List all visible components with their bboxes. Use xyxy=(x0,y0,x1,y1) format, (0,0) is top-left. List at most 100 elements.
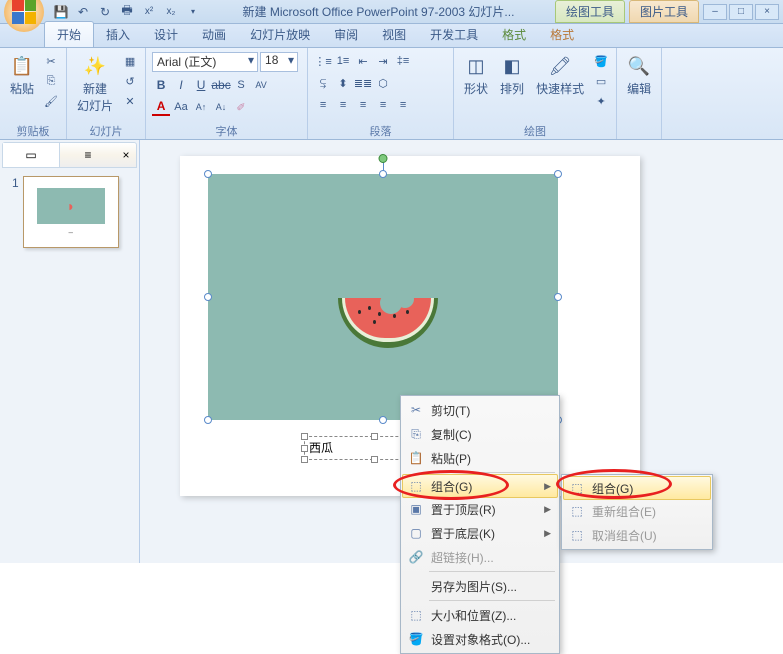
panel-close[interactable]: × xyxy=(116,143,136,167)
slides-tab[interactable]: ▭ xyxy=(3,143,60,167)
handle-e[interactable] xyxy=(554,293,562,301)
handle-ne[interactable] xyxy=(554,170,562,178)
tb-handle-w[interactable] xyxy=(301,445,308,452)
reset-icon[interactable]: ↺ xyxy=(121,72,139,90)
tab-animation[interactable]: 动画 xyxy=(190,22,238,47)
bold-button[interactable]: B xyxy=(152,76,170,94)
sub-group[interactable]: ⬚组合(G) xyxy=(563,476,711,500)
handle-w[interactable] xyxy=(204,293,212,301)
undo-icon[interactable]: ↶ xyxy=(74,3,92,21)
delete-slide-icon[interactable]: ✕ xyxy=(121,92,139,110)
line-spacing-button[interactable]: ‡≡ xyxy=(394,52,412,70)
outline-tab[interactable]: ≡ xyxy=(60,143,116,167)
char-spacing-button[interactable]: AV xyxy=(252,76,270,94)
slide-canvas[interactable]: 西瓜 ✂剪切(T) ⎘复制(C) 📋粘贴(P) ⬚组合(G)▶ ▣置于顶层(R)… xyxy=(140,140,783,563)
ctx-size-position[interactable]: ⬚大小和位置(Z)... xyxy=(403,603,557,627)
font-size-select[interactable]: 18 xyxy=(260,52,298,72)
copy-icon: ⎘ xyxy=(407,425,425,443)
subscript-icon[interactable]: x₂ xyxy=(162,3,180,21)
drawing-tools-tab[interactable]: 绘图工具 xyxy=(555,0,625,23)
ctx-bring-front[interactable]: ▣置于顶层(R)▶ xyxy=(403,497,557,521)
handle-s[interactable] xyxy=(379,416,387,424)
tab-home[interactable]: 开始 xyxy=(44,21,94,47)
shape-fill-button[interactable]: 🪣 xyxy=(592,52,610,70)
justify-button[interactable]: ≡ xyxy=(374,96,392,114)
arrange-button[interactable]: ◧ 排列 xyxy=(496,52,528,99)
maximize-button[interactable]: □ xyxy=(729,4,753,20)
close-button[interactable]: × xyxy=(755,4,779,20)
shape-effects-button[interactable]: ✦ xyxy=(592,92,610,110)
ctx-cut[interactable]: ✂剪切(T) xyxy=(403,398,557,422)
outline-tab-icon: ≡ xyxy=(84,148,91,162)
tab-slideshow[interactable]: 幻灯片放映 xyxy=(238,22,322,47)
ctx-group[interactable]: ⬚组合(G)▶ xyxy=(402,474,558,498)
align-right-button[interactable]: ≡ xyxy=(354,96,372,114)
rotation-handle[interactable] xyxy=(379,154,388,163)
format-painter-icon[interactable]: 🖌 xyxy=(42,92,60,110)
paste-button[interactable]: 📋 粘贴 xyxy=(6,52,38,99)
font-color-button[interactable]: A xyxy=(152,98,170,116)
ctx-paste[interactable]: 📋粘贴(P) xyxy=(403,446,557,470)
tb-handle-nw[interactable] xyxy=(301,433,308,440)
align-text-button[interactable]: ⬍ xyxy=(334,74,352,92)
selected-image[interactable] xyxy=(208,174,558,420)
qat-customize-icon[interactable]: ▾ xyxy=(184,3,202,21)
font-name-select[interactable]: Arial (正文) xyxy=(152,52,258,72)
picture-tools-tab[interactable]: 图片工具 xyxy=(629,0,699,23)
minimize-button[interactable]: – xyxy=(703,4,727,20)
shape-outline-button[interactable]: ▭ xyxy=(592,72,610,90)
text-direction-button[interactable]: ⥹ xyxy=(314,74,332,92)
watermelon-graphic xyxy=(338,292,438,352)
save-icon[interactable]: 💾 xyxy=(52,3,70,21)
superscript-icon[interactable]: x² xyxy=(140,3,158,21)
tab-format-draw[interactable]: 格式 xyxy=(490,22,538,47)
tab-review[interactable]: 审阅 xyxy=(322,22,370,47)
ctx-separator xyxy=(429,472,555,473)
shapes-button[interactable]: ◫ 形状 xyxy=(460,52,492,99)
tab-design[interactable]: 设计 xyxy=(142,22,190,47)
columns-button[interactable]: ≣≣ xyxy=(354,74,372,92)
ctx-send-back[interactable]: ▢置于底层(K)▶ xyxy=(403,521,557,545)
slide-thumbnail-1[interactable]: 1 ◗ – xyxy=(12,176,127,248)
numbering-button[interactable]: 1≡ xyxy=(334,52,352,70)
slides-tab-icon: ▭ xyxy=(25,148,36,162)
tab-view[interactable]: 视图 xyxy=(370,22,418,47)
align-left-button[interactable]: ≡ xyxy=(314,96,332,114)
copy-icon[interactable]: ⎘ xyxy=(42,72,60,90)
handle-nw[interactable] xyxy=(204,170,212,178)
increase-indent-button[interactable]: ⇥ xyxy=(374,52,392,70)
handle-sw[interactable] xyxy=(204,416,212,424)
ctx-format-object[interactable]: 🪣设置对象格式(O)... xyxy=(403,627,557,651)
editing-button[interactable]: 🔍 编辑 xyxy=(623,52,655,99)
align-center-button[interactable]: ≡ xyxy=(334,96,352,114)
tb-handle-s[interactable] xyxy=(371,456,378,463)
handle-n[interactable] xyxy=(379,170,387,178)
layout-icon[interactable]: ▦ xyxy=(121,52,139,70)
tab-insert[interactable]: 插入 xyxy=(94,22,142,47)
new-slide-button[interactable]: ✨ 新建 幻灯片 xyxy=(73,52,117,116)
grow-font-button[interactable]: A↑ xyxy=(192,98,210,116)
tb-handle-sw[interactable] xyxy=(301,456,308,463)
cut-icon[interactable]: ✂ xyxy=(42,52,60,70)
decrease-indent-button[interactable]: ⇤ xyxy=(354,52,372,70)
group-icon: ⬚ xyxy=(407,477,425,495)
strikethrough-button[interactable]: abc xyxy=(212,76,230,94)
ctx-copy[interactable]: ⎘复制(C) xyxy=(403,422,557,446)
quick-styles-button[interactable]: 🖍 快速样式 xyxy=(532,52,588,99)
bullets-button[interactable]: ⋮≡ xyxy=(314,52,332,70)
print-icon[interactable]: 🖶 xyxy=(118,3,136,21)
shrink-font-button[interactable]: A↓ xyxy=(212,98,230,116)
tb-handle-n[interactable] xyxy=(371,433,378,440)
underline-button[interactable]: U xyxy=(192,76,210,94)
italic-button[interactable]: I xyxy=(172,76,190,94)
redo-icon[interactable]: ↻ xyxy=(96,3,114,21)
tab-developer[interactable]: 开发工具 xyxy=(418,22,490,47)
change-case-button[interactable]: Aa xyxy=(172,98,190,116)
shadow-button[interactable]: S xyxy=(232,76,250,94)
ctx-save-as-picture[interactable]: 另存为图片(S)... xyxy=(403,574,557,598)
tab-format-pic[interactable]: 格式 xyxy=(538,22,586,47)
clear-format-button[interactable]: ✐ xyxy=(232,98,250,116)
convert-smartart-button[interactable]: ⬡ xyxy=(374,74,392,92)
distribute-button[interactable]: ≡ xyxy=(394,96,412,114)
office-logo-icon xyxy=(12,0,36,24)
